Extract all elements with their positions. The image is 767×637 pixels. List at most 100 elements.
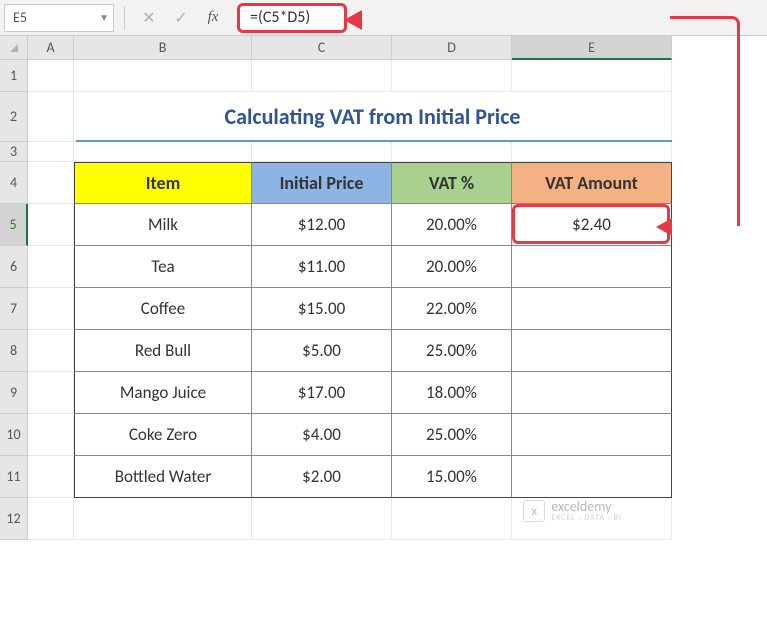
row-header[interactable]: 3	[0, 142, 28, 162]
row-header[interactable]: 2	[0, 92, 28, 142]
table-row: Milk $12.00 20.00% $2.40	[28, 204, 672, 246]
cell-price[interactable]: $11.00	[252, 246, 392, 288]
cell-price[interactable]: $12.00	[252, 204, 392, 246]
cancel-formula-icon[interactable]: ✕	[135, 4, 163, 32]
cell[interactable]	[28, 288, 74, 330]
table-row: Coffee $15.00 22.00%	[28, 288, 672, 330]
cell[interactable]	[28, 92, 74, 142]
cell[interactable]	[28, 162, 74, 204]
formula-input[interactable]: =(C5*D5)	[237, 3, 347, 33]
header-vat-amount[interactable]: VAT Amount	[512, 162, 672, 204]
cell[interactable]	[28, 204, 74, 246]
cell-item[interactable]: Coffee	[74, 288, 252, 330]
name-box[interactable]: E5 ▼	[4, 4, 114, 32]
cell-item[interactable]: Coke Zero	[74, 414, 252, 456]
cell[interactable]	[252, 142, 392, 162]
formula-text: =(C5*D5)	[250, 8, 310, 27]
table-row: Bottled Water $2.00 15.00%	[28, 456, 672, 498]
cell-item[interactable]: Mango Juice	[74, 372, 252, 414]
cell[interactable]	[28, 372, 74, 414]
cell-amount[interactable]	[512, 330, 672, 372]
cell[interactable]	[28, 414, 74, 456]
cell[interactable]	[28, 60, 74, 92]
insert-function-button[interactable]: fx	[199, 4, 227, 32]
callout-connector	[670, 16, 740, 226]
header-vat-pct[interactable]: VAT %	[392, 162, 512, 204]
cell[interactable]	[74, 142, 252, 162]
cell-item[interactable]: Tea	[74, 246, 252, 288]
cell[interactable]	[252, 60, 392, 92]
header-initial-price[interactable]: Initial Price	[252, 162, 392, 204]
cell-vat[interactable]: 15.00%	[392, 456, 512, 498]
logo-icon: x	[523, 500, 545, 522]
row-header[interactable]: 1	[0, 60, 28, 92]
cell-price[interactable]: $17.00	[252, 372, 392, 414]
cell-price[interactable]: $15.00	[252, 288, 392, 330]
row-headers: 1 2 3 4 5 6 7 8 9 10 11 12	[0, 60, 28, 540]
cell-item[interactable]: Milk	[74, 204, 252, 246]
cell[interactable]	[74, 498, 252, 540]
cell-price[interactable]: $2.00	[252, 456, 392, 498]
row-header[interactable]: 5	[0, 204, 28, 246]
cell[interactable]	[74, 60, 252, 92]
cell-amount[interactable]	[512, 372, 672, 414]
formula-bar: E5 ▼ ✕ ✓ fx =(C5*D5)	[0, 0, 767, 36]
cell-price[interactable]: $4.00	[252, 414, 392, 456]
cell[interactable]	[28, 330, 74, 372]
cell-vat[interactable]: 25.00%	[392, 414, 512, 456]
cells-area: Calculating VAT from Initial Price Item …	[28, 60, 672, 540]
enter-formula-icon[interactable]: ✓	[167, 4, 195, 32]
cell[interactable]	[392, 142, 512, 162]
cell-vat[interactable]: 22.00%	[392, 288, 512, 330]
cell-amount[interactable]	[512, 288, 672, 330]
separator	[124, 6, 125, 30]
cell[interactable]	[512, 60, 672, 92]
watermark-tag: EXCEL · DATA · BI	[551, 514, 622, 522]
col-header-E[interactable]: E	[512, 36, 672, 60]
table-row: Red Bull $5.00 25.00%	[28, 330, 672, 372]
col-header-D[interactable]: D	[392, 36, 512, 60]
cell[interactable]	[392, 498, 512, 540]
cell-amount[interactable]: $2.40	[512, 204, 672, 246]
table-row: Mango Juice $17.00 18.00%	[28, 372, 672, 414]
cell-vat[interactable]: 18.00%	[392, 372, 512, 414]
cell-price[interactable]: $5.00	[252, 330, 392, 372]
cell-amount[interactable]	[512, 456, 672, 498]
callout-arrow-icon	[344, 10, 362, 30]
select-all-corner[interactable]	[0, 36, 28, 60]
row-header[interactable]: 9	[0, 372, 28, 414]
row-header[interactable]: 12	[0, 498, 28, 540]
row-header[interactable]: 10	[0, 414, 28, 456]
watermark-brand: exceldemy	[551, 500, 622, 514]
grid-body: 1 2 3 4 5 6 7 8 9 10 11 12 Calculating V…	[0, 60, 767, 540]
cell[interactable]	[28, 142, 74, 162]
cell[interactable]	[28, 246, 74, 288]
cell[interactable]	[512, 142, 672, 162]
col-header-A[interactable]: A	[28, 36, 74, 60]
cell[interactable]	[28, 498, 74, 540]
table-row: Coke Zero $4.00 25.00%	[28, 414, 672, 456]
row-header[interactable]: 7	[0, 288, 28, 330]
row-header[interactable]: 6	[0, 246, 28, 288]
col-header-C[interactable]: C	[252, 36, 392, 60]
column-header-row: A B C D E	[0, 36, 767, 60]
cell-amount[interactable]	[512, 246, 672, 288]
col-header-B[interactable]: B	[74, 36, 252, 60]
row-header[interactable]: 8	[0, 330, 28, 372]
cell[interactable]	[252, 498, 392, 540]
cell-vat[interactable]: 25.00%	[392, 330, 512, 372]
cell-item[interactable]: Bottled Water	[74, 456, 252, 498]
header-item[interactable]: Item	[74, 162, 252, 204]
row-header[interactable]: 4	[0, 162, 28, 204]
cell-vat[interactable]: 20.00%	[392, 204, 512, 246]
cell[interactable]	[28, 456, 74, 498]
cell-item[interactable]: Red Bull	[74, 330, 252, 372]
callout-arrow-icon	[656, 218, 672, 236]
cell-amount[interactable]	[512, 414, 672, 456]
cell-vat[interactable]: 20.00%	[392, 246, 512, 288]
row-header[interactable]: 11	[0, 456, 28, 498]
chevron-down-icon[interactable]: ▼	[99, 11, 109, 24]
cell[interactable]	[392, 60, 512, 92]
page-title[interactable]: Calculating VAT from Initial Price	[74, 92, 672, 142]
title-underline	[76, 140, 672, 142]
